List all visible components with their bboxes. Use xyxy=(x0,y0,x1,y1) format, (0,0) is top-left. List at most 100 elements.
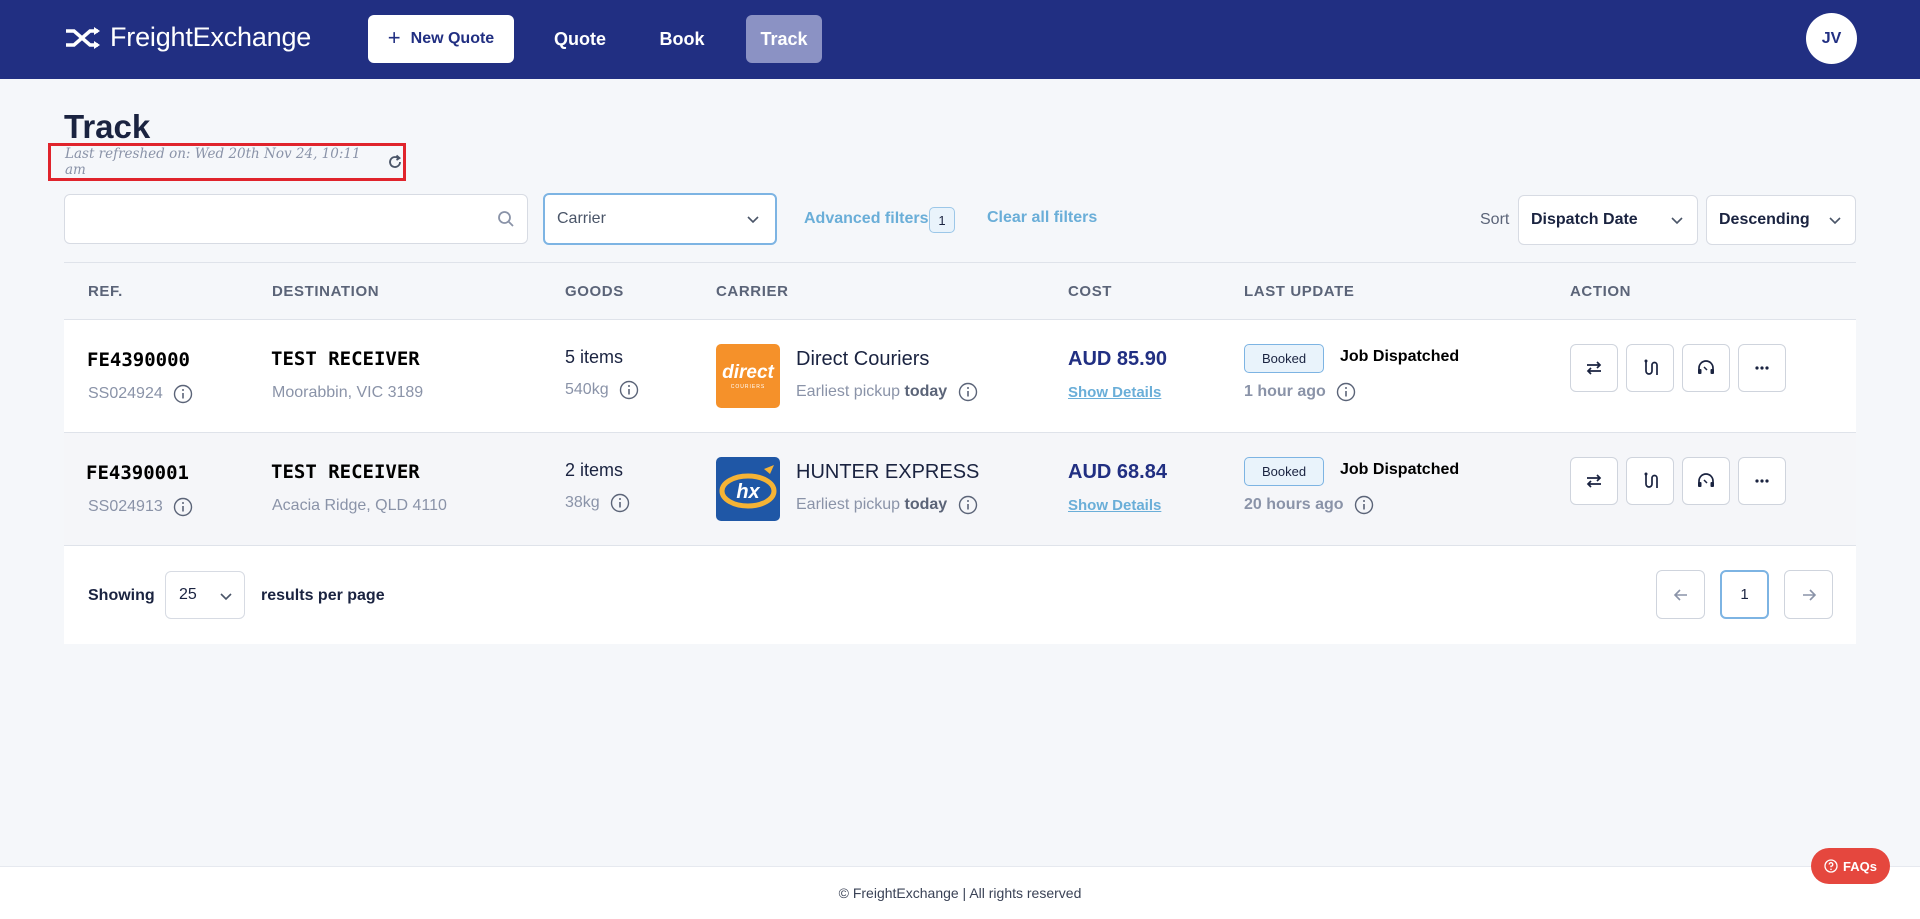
help-circle-icon xyxy=(1824,859,1838,873)
nav-track[interactable]: Track xyxy=(746,15,822,63)
last-update-ago: 20 hours ago xyxy=(1244,495,1374,515)
direct-logo-subtext: COURIERS xyxy=(730,383,766,390)
page-1-button[interactable]: 1 xyxy=(1720,570,1769,619)
swap-action-button[interactable] xyxy=(1570,457,1618,505)
table-footer: Showing 25 results per page 1 xyxy=(64,546,1856,644)
user-avatar[interactable]: JV xyxy=(1806,13,1857,64)
chevron-down-icon xyxy=(745,211,761,232)
carrier-select-value: Carrier xyxy=(557,210,606,227)
show-details-link[interactable]: Show Details xyxy=(1068,384,1161,401)
chevron-down-icon xyxy=(1669,212,1685,233)
col-destination: DESTINATION xyxy=(272,283,380,300)
table-row[interactable]: FE4390001 SS024913 TEST RECEIVER Acacia … xyxy=(64,433,1856,546)
sort-order-value: Descending xyxy=(1719,211,1810,228)
new-quote-label: New Quote xyxy=(410,30,495,47)
sort-field-value: Dispatch Date xyxy=(1531,211,1638,228)
status-badge: Booked xyxy=(1244,344,1324,373)
copyright-text: © FreightExchange | All rights reserved xyxy=(838,885,1082,901)
last-update-text: Job Dispatched xyxy=(1340,348,1460,365)
headset-icon xyxy=(1698,473,1714,487)
table-row[interactable]: FE4390000 SS024924 TEST RECEIVER Moorabb… xyxy=(64,320,1856,433)
destination-place: Acacia Ridge, QLD 4110 xyxy=(272,497,447,514)
chevron-down-icon xyxy=(1827,212,1843,233)
route-action-button[interactable] xyxy=(1626,344,1674,392)
nav-quote[interactable]: Quote xyxy=(540,15,620,63)
info-icon[interactable] xyxy=(610,493,630,513)
advanced-filters-link[interactable]: Advanced filters xyxy=(804,210,928,228)
sub-ref: SS024924 xyxy=(88,384,193,404)
search-input[interactable] xyxy=(65,195,527,243)
info-icon[interactable] xyxy=(958,495,978,515)
col-ref: REF. xyxy=(88,283,123,300)
info-icon[interactable] xyxy=(173,497,193,517)
support-action-button[interactable] xyxy=(1682,344,1730,392)
swap-action-button[interactable] xyxy=(1570,344,1618,392)
shuffle-logo-icon xyxy=(66,26,100,49)
carrier-name: HUNTER EXPRESS xyxy=(796,461,980,483)
next-page-button[interactable] xyxy=(1784,570,1833,619)
page-footer: © FreightExchange | All rights reserved xyxy=(0,866,1920,919)
show-details-link[interactable]: Show Details xyxy=(1068,497,1161,514)
hunter-express-logo: hx xyxy=(716,457,780,521)
sub-ref-text: SS024924 xyxy=(88,385,163,403)
ref-number[interactable]: FE4390000 xyxy=(87,349,190,371)
per-page-select[interactable]: 25 xyxy=(165,571,245,619)
more-options-button[interactable] xyxy=(1738,457,1786,505)
destination-name: TEST RECEIVER xyxy=(271,461,420,483)
last-update-ago-text: 1 hour ago xyxy=(1244,383,1326,401)
destination-name: TEST RECEIVER xyxy=(271,348,420,370)
pickup-prefix: Earliest pickup xyxy=(796,383,901,401)
sub-ref-text: SS024913 xyxy=(88,498,163,516)
goods-items: 2 items xyxy=(565,460,624,480)
showing-label: Showing xyxy=(88,587,155,604)
goods-items: 5 items xyxy=(565,347,624,367)
headset-icon xyxy=(1698,360,1714,374)
prev-page-button[interactable] xyxy=(1656,570,1705,619)
support-action-button[interactable] xyxy=(1682,457,1730,505)
cost-value: AUD 68.84 xyxy=(1068,461,1167,483)
carrier-name: Direct Couriers xyxy=(796,348,930,370)
more-horizontal-icon xyxy=(1755,479,1769,483)
brand-name: FreightExchange xyxy=(110,22,312,52)
top-navbar: FreightExchange + New Quote Quote Book T… xyxy=(0,0,1920,79)
last-update-ago-text: 20 hours ago xyxy=(1244,496,1344,514)
clear-filters-link[interactable]: Clear all filters xyxy=(987,209,1097,227)
faq-button[interactable]: FAQs xyxy=(1811,848,1890,884)
sort-field-select[interactable]: Dispatch Date xyxy=(1518,195,1698,245)
col-carrier: CARRIER xyxy=(716,283,789,300)
swap-arrows-icon xyxy=(1586,474,1602,488)
arrow-right-icon xyxy=(1802,588,1816,601)
info-icon[interactable] xyxy=(1354,495,1374,515)
route-icon xyxy=(1644,359,1658,375)
results-per-page-label: results per page xyxy=(261,587,385,604)
status-badge: Booked xyxy=(1244,457,1324,486)
goods-weight-text: 540kg xyxy=(565,381,609,399)
last-refreshed-highlight: Last refreshed on: Wed 20th Nov 24, 10:1… xyxy=(48,143,406,181)
hx-logo-graphic: hx xyxy=(719,465,777,509)
last-update-text: Job Dispatched xyxy=(1340,461,1460,478)
sort-order-select[interactable]: Descending xyxy=(1706,195,1856,245)
new-quote-button[interactable]: + New Quote xyxy=(368,15,514,63)
table-header: REF. DESTINATION GOODS CARRIER COST LAST… xyxy=(64,262,1856,320)
col-last-update: LAST UPDATE xyxy=(1244,283,1355,300)
plus-icon: + xyxy=(387,25,401,50)
sub-ref: SS024913 xyxy=(88,497,193,517)
info-icon[interactable] xyxy=(173,384,193,404)
carrier-select[interactable]: Carrier xyxy=(543,193,777,245)
earliest-pickup: Earliest pickup today xyxy=(796,495,978,515)
destination-place: Moorabbin, VIC 3189 xyxy=(272,384,424,401)
more-options-button[interactable] xyxy=(1738,344,1786,392)
col-action: ACTION xyxy=(1570,283,1632,300)
hx-logo-text: hx xyxy=(736,481,760,503)
ref-number[interactable]: FE4390001 xyxy=(86,462,189,484)
per-page-value: 25 xyxy=(179,586,197,603)
route-action-button[interactable] xyxy=(1626,457,1674,505)
info-icon[interactable] xyxy=(1336,382,1356,402)
pickup-when: today xyxy=(904,383,948,401)
brand-logo[interactable]: FreightExchange xyxy=(64,22,311,53)
nav-book[interactable]: Book xyxy=(642,15,722,63)
info-icon[interactable] xyxy=(619,380,639,400)
refresh-icon[interactable] xyxy=(387,154,403,170)
search-icon[interactable] xyxy=(497,210,515,233)
info-icon[interactable] xyxy=(958,382,978,402)
